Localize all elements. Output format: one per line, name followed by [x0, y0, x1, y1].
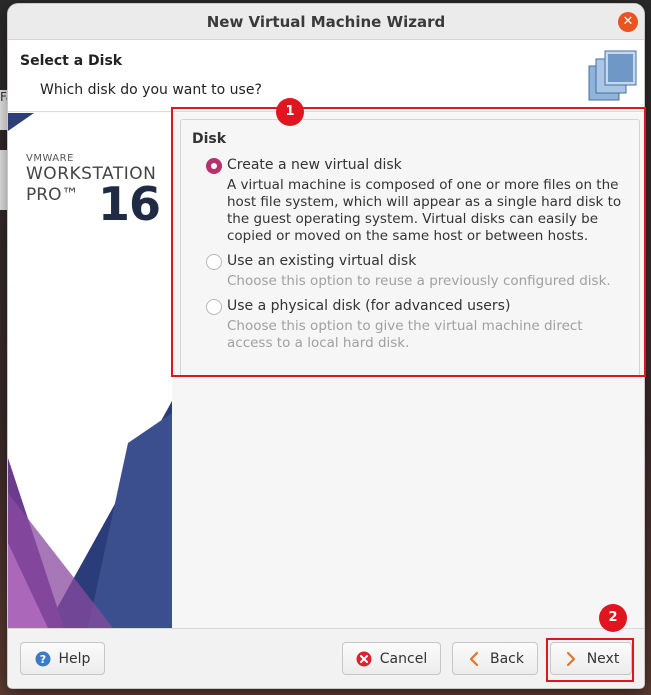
cancel-label: Cancel	[379, 650, 428, 667]
annotation-badge-1: 1	[276, 98, 304, 126]
annotation-box-2	[546, 638, 634, 682]
background-app-fragment: Fa	[0, 90, 8, 130]
cancel-icon	[356, 651, 372, 666]
help-icon: ?	[35, 651, 51, 666]
virtual-disk-icon	[588, 50, 637, 101]
wizard-header: Select a Disk Which disk do you want to …	[8, 40, 644, 112]
brand-sidebar: VMWARE WORKSTATION PRO™ 16	[8, 113, 172, 628]
help-label: Help	[58, 650, 91, 667]
back-label: Back	[490, 650, 524, 667]
brand-vendor: VMWARE	[26, 153, 74, 164]
brand-version: 16	[98, 177, 161, 231]
cancel-button[interactable]: Cancel	[342, 642, 441, 675]
help-button[interactable]: ? Help	[20, 642, 105, 675]
back-button[interactable]: Back	[452, 642, 538, 675]
page-title: Select a Disk	[20, 53, 123, 69]
svg-text:?: ?	[39, 653, 45, 666]
close-button[interactable]: ✕	[618, 12, 638, 32]
annotation-box-1	[171, 107, 646, 377]
chevron-left-icon	[469, 651, 479, 666]
window-title: New Virtual Machine Wizard	[206, 13, 446, 31]
brand-edition: PRO™	[26, 185, 79, 205]
close-icon: ✕	[622, 14, 634, 29]
annotation-badge-2: 2	[599, 604, 627, 632]
page-subtitle: Which disk do you want to use?	[40, 82, 262, 98]
background-text: Fa	[0, 90, 8, 104]
background-app-fragment-2	[0, 150, 8, 210]
title-bar: New Virtual Machine Wizard ✕	[8, 4, 644, 40]
